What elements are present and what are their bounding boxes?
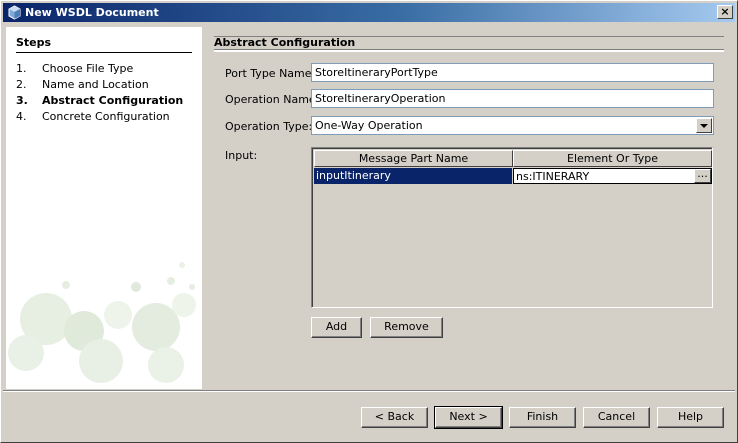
element-or-type-value: ns:ITINERARY [516,170,590,183]
help-button[interactable]: Help [657,407,724,428]
port-type-name-field[interactable]: StoreItineraryPortType [311,63,714,82]
step-item: 4. Concrete Configuration [16,110,202,126]
close-button[interactable]: × [717,5,733,19]
operation-name-label: Operation Name: [225,93,320,106]
message-part-name-cell[interactable]: inputItinerary [314,168,512,184]
back-button[interactable]: < Back [361,407,428,428]
operation-type-label: Operation Type: [225,120,313,133]
add-button[interactable]: Add [311,317,362,338]
cancel-button[interactable]: Cancel [583,407,650,428]
step-label: Concrete Configuration [42,110,170,123]
step-number: 1. [16,62,27,75]
finish-button[interactable]: Finish [509,407,576,428]
operation-type-select[interactable]: One-Way Operation [311,116,714,135]
section-divider [214,49,724,51]
port-type-label: Port Type Name: [225,67,316,80]
step-item: 1. Choose File Type [16,62,202,78]
wsdl-document-icon [7,5,22,20]
title-bar[interactable]: New WSDL Document × [3,3,735,22]
decorative-bubbles-graphic [8,262,196,383]
steps-list: 1. Choose File Type 2. Name and Location… [16,62,202,126]
step-item: 2. Name and Location [16,78,202,94]
step-label: Name and Location [42,78,149,91]
column-header-element-or-type[interactable]: Element Or Type [513,150,712,167]
operation-type-value: One-Way Operation [315,119,423,132]
remove-button[interactable]: Remove [370,317,443,338]
step-label: Abstract Configuration [42,94,184,107]
content-panel: Abstract Configuration Port Type Name: S… [202,27,734,389]
steps-heading: Steps [16,36,192,53]
step-number: 2. [16,78,27,91]
step-number: 3. [16,94,28,107]
step-number: 4. [16,110,27,123]
step-item-current: 3. Abstract Configuration [16,94,202,110]
step-label: Choose File Type [42,62,134,75]
input-parts-table[interactable]: Message Part Name Element Or Type inputI… [311,147,713,308]
table-row[interactable]: inputItinerary ns:ITINERARY ... [314,168,712,184]
input-label: Input: [225,149,258,162]
footer-divider [3,390,735,392]
window-title: New WSDL Document [25,6,159,19]
column-header-message-part-name[interactable]: Message Part Name [314,150,513,167]
browse-type-button[interactable]: ... [694,168,711,183]
element-or-type-cell[interactable]: ns:ITINERARY ... [513,168,712,184]
steps-panel: Steps 1. Choose File Type 2. Name and Lo… [6,27,202,389]
operation-name-field[interactable]: StoreItineraryOperation [311,89,714,108]
wizard-window: New WSDL Document × Steps 1. Choose File… [0,0,738,443]
chevron-down-icon[interactable] [696,118,712,133]
next-button[interactable]: Next > [434,406,503,429]
